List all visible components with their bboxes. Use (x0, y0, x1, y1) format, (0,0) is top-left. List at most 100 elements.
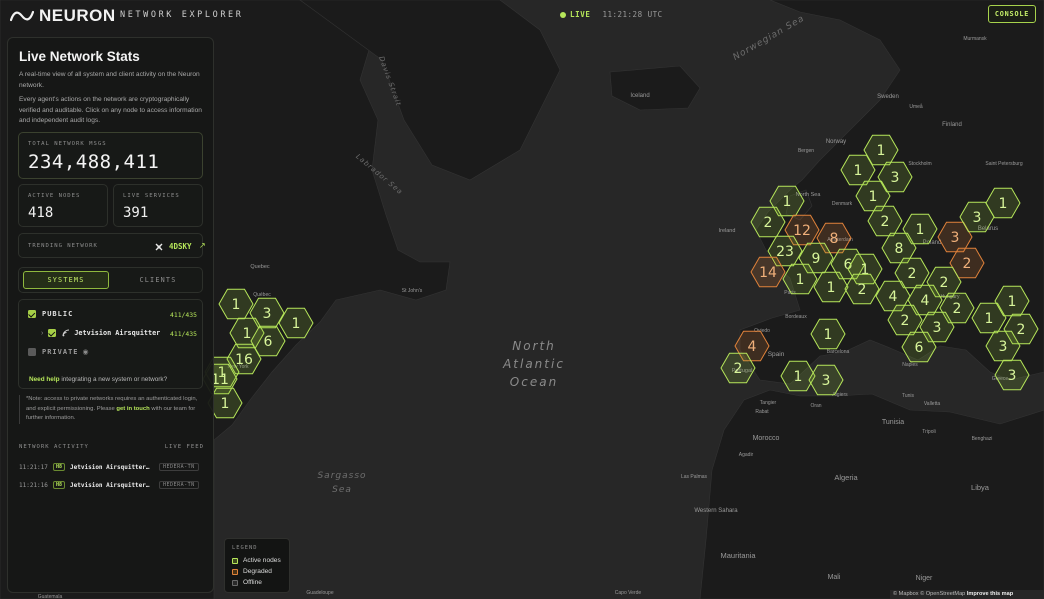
map-place-label: Capo Verde (615, 590, 642, 596)
node-count-label: 4 (748, 339, 757, 355)
activity-row[interactable]: 11:21:16 H8 Jetvision Airsquitter… HEDER… (19, 479, 209, 491)
console-button[interactable]: CONSOLE (988, 5, 1036, 23)
map-place-label: Oran (810, 403, 821, 409)
map-attribution[interactable]: © Mapbox © OpenStreetMap Improve this ma… (890, 590, 1044, 599)
trending-label: TRENDING NETWORK (28, 243, 98, 249)
map-place-label: Barcelona (827, 349, 850, 355)
map-place-label: Murmansk (963, 36, 987, 42)
map-place-label: Valletta (924, 401, 941, 407)
activity-badge: H8 (53, 463, 66, 471)
map-legend: LEGEND Active nodes Degraded Offline (224, 538, 290, 593)
help-link[interactable]: Need help (29, 376, 60, 383)
node-count-label: 3 (263, 306, 272, 322)
public-checkbox[interactable] (28, 310, 36, 318)
private-checkbox[interactable] (28, 348, 36, 356)
map-place-label: Mauritania (720, 551, 756, 560)
map-place-label: Sea (332, 485, 352, 495)
node-count-label: 1 (827, 280, 836, 296)
map-place-label: Finland (942, 122, 962, 128)
map-place-label: Mali (828, 574, 841, 581)
node-count-label: 14 (759, 265, 777, 281)
node-count-label: 3 (891, 170, 900, 186)
system-item-jetvision[interactable]: › Jetvision Airsquitter (41, 329, 160, 337)
legend-offline: Offline (232, 579, 262, 586)
map-place-label: North (512, 339, 556, 353)
map-place-label: Libya (971, 483, 990, 492)
tab-systems[interactable]: SYSTEMS (23, 271, 109, 289)
map-place-label: Spain (768, 351, 785, 358)
live-services-label: LIVE SERVICES (123, 193, 180, 199)
map-place-label: St John's (402, 288, 423, 294)
utc-clock: 11:21:28 UTC (602, 10, 663, 19)
attribution-text: © Mapbox © OpenStreetMap (893, 591, 967, 597)
node-count-label: 4 (889, 289, 898, 305)
map-place-label: Iceland (630, 93, 649, 99)
map-place-label: Guadeloupe (306, 590, 333, 596)
degraded-swatch (232, 568, 238, 575)
active-nodes-label: ACTIVE NODES (28, 193, 81, 199)
page-subtitle: NETWORK EXPLORER (120, 10, 244, 20)
private-group-row[interactable]: PRIVATE ◉ (28, 348, 89, 356)
trending-network-row[interactable]: TRENDING NETWORK 4DSKY ↗ (18, 233, 206, 258)
legend-active: Active nodes (232, 557, 281, 564)
map-place-label: Las Palmas (681, 474, 708, 480)
node-count-label: 1 (783, 194, 792, 210)
activity-row[interactable]: 11:21:17 H8 Jetvision Airsquitter… HEDER… (19, 461, 209, 473)
node-count-label: 2 (953, 301, 962, 317)
tab-clients[interactable]: CLIENTS (115, 271, 201, 289)
signal-icon (62, 329, 70, 337)
node-count-label: 3 (822, 373, 831, 389)
trending-network-value[interactable]: 4DSKY (169, 242, 192, 251)
live-feed-label: LIVE FEED (164, 444, 204, 450)
node-count-label: 8 (895, 241, 904, 257)
map-place-label: Algeria (834, 473, 858, 482)
view-tabs: SYSTEMS CLIENTS (18, 267, 203, 293)
legend-degraded-label: Degraded (243, 568, 272, 575)
offline-swatch (232, 579, 238, 586)
private-label: PRIVATE (42, 348, 79, 356)
node-count-label: 1 (221, 396, 230, 412)
node-count-label: 3 (951, 230, 960, 246)
map-place-label: Guatemala (38, 594, 63, 599)
external-link-icon[interactable]: ↗ (199, 241, 206, 250)
node-count-label: 2 (940, 275, 949, 291)
private-network-note: *Note: access to private networks requir… (19, 395, 204, 424)
eye-icon[interactable]: ◉ (83, 348, 89, 356)
logo[interactable]: NEURON (10, 6, 116, 26)
chevron-right-icon[interactable]: › (41, 330, 43, 337)
public-count: 411/435 (170, 311, 197, 319)
node-count-label: 2 (901, 313, 910, 329)
live-services-value: 391 (123, 205, 149, 221)
node-count-label: 1 (854, 163, 863, 179)
map-place-label: Umeå (909, 103, 923, 110)
node-count-label: 12 (793, 223, 811, 239)
node-count-label: 1 (985, 311, 994, 327)
map-place-label: Sargasso (317, 471, 366, 481)
activity-name: Jetvision Airsquitter… (70, 463, 150, 471)
activity-name: Jetvision Airsquitter… (70, 481, 150, 489)
active-nodes-value: 418 (28, 205, 54, 221)
node-count-label: 1 (1008, 294, 1017, 310)
get-in-touch-link[interactable]: get in touch (116, 406, 149, 412)
node-count-label: 2 (858, 282, 867, 298)
systems-list: PUBLIC 411/435 › Jetvision Airsquitter 4… (18, 299, 203, 389)
node-count-label: 2 (908, 266, 917, 282)
node-count-label: 2 (963, 256, 972, 272)
total-msgs-label: TOTAL NETWORK MSGS (28, 141, 107, 147)
live-network-stats-panel: Live Network Stats A real-time view of a… (7, 37, 214, 593)
total-msgs-value: 234,488,411 (28, 151, 160, 173)
neuron-wave-icon (10, 10, 34, 22)
public-group-row[interactable]: PUBLIC (28, 310, 73, 318)
activity-badge: H8 (53, 481, 66, 489)
map-place-label: Bordeaux (785, 314, 807, 320)
node-count-label: 2 (764, 215, 773, 231)
help-text[interactable]: Need help integrating a new system or ne… (29, 376, 167, 383)
help-rest: integrating a new system or network? (59, 376, 168, 383)
map-place-label: Denmark (832, 201, 853, 207)
improve-map-link[interactable]: Improve this map (967, 591, 1013, 597)
map-place-label: Rabat (755, 409, 769, 415)
node-count-label: 2 (734, 361, 743, 377)
node-count-label: 9 (812, 251, 821, 267)
map-place-label: Saint Petersburg (985, 161, 1022, 167)
jetvision-checkbox[interactable] (48, 329, 57, 337)
